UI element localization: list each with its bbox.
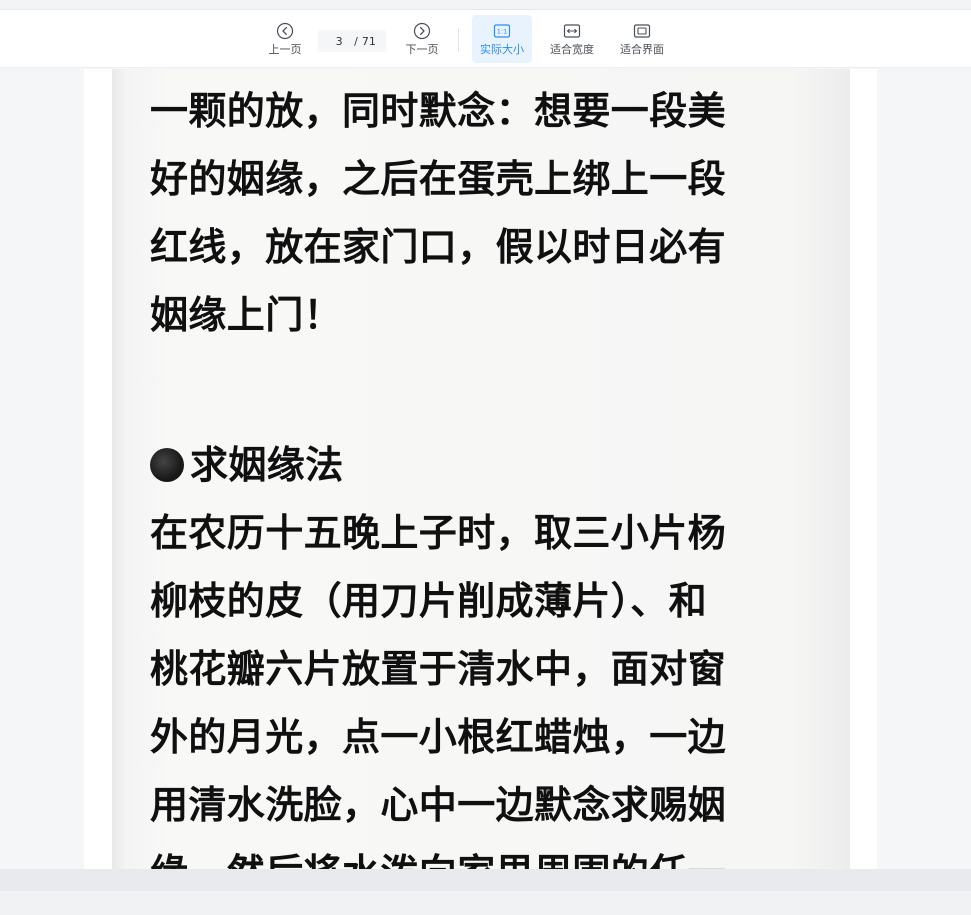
fit-window-label: 适合界面	[620, 43, 664, 56]
reader-toolbar: 上一页 / 71 下一页 1:1 实际大小 适合宽度 适合界面	[0, 10, 971, 68]
actual-size-icon: 1:1	[493, 24, 511, 38]
window-top-strip	[0, 0, 971, 10]
page-number-input[interactable]	[328, 32, 351, 50]
text-line: 在农历十五晚上子时，取三小片杨	[150, 510, 727, 555]
page-separator: /	[354, 34, 358, 48]
text-line: 一颗的放，同时默念：想要一段美	[150, 88, 727, 133]
page-indicator: / 71	[318, 30, 386, 52]
chevron-left-circle-icon	[276, 22, 294, 40]
prev-page-button[interactable]: 上一页	[262, 10, 308, 68]
document-viewer[interactable]: 一颗的放，同时默念：想要一段美 好的姻缘，之后在蛋壳上绑上一段 红线，放在家门口…	[0, 69, 971, 869]
status-strip	[0, 891, 971, 915]
text-line: 姻缘上门！	[150, 292, 343, 337]
next-page-button[interactable]: 下一页	[399, 10, 445, 68]
fit-window-icon	[633, 24, 651, 38]
section-heading: 求姻缘法	[150, 431, 810, 499]
chevron-right-circle-icon	[413, 22, 431, 40]
actual-size-icon-text: 1:1	[497, 28, 507, 36]
prev-page-label: 上一页	[268, 43, 302, 56]
text-line: 用清水洗脸，心中一边默念求赐姻	[150, 782, 727, 827]
bottom-bar	[0, 869, 971, 915]
text-line: 好的姻缘，之后在蛋壳上绑上一段	[150, 156, 727, 201]
text-line: 桃花瓣六片放置于清水中，面对窗	[150, 646, 727, 691]
bullet-icon	[150, 448, 184, 482]
section-heading-text: 求姻缘法	[190, 442, 344, 487]
fit-window-button[interactable]: 适合界面	[612, 10, 672, 68]
text-line: 柳枝的皮（用刀片削成薄片）、和	[150, 578, 708, 623]
fit-width-button[interactable]: 适合宽度	[542, 10, 602, 68]
text-line: 外的月光，点一小根红蜡烛，一边	[150, 714, 727, 759]
document-page: 一颗的放，同时默念：想要一段美 好的姻缘，之后在蛋壳上绑上一段 红线，放在家门口…	[84, 69, 877, 869]
next-page-label: 下一页	[405, 43, 439, 56]
page-text: 一颗的放，同时默念：想要一段美 好的姻缘，之后在蛋壳上绑上一段 红线，放在家门口…	[150, 69, 810, 869]
actual-size-label: 实际大小	[480, 43, 524, 56]
text-line: 红线，放在家门口，假以时日必有	[150, 224, 727, 269]
total-pages: 71	[361, 34, 376, 48]
actual-size-button[interactable]: 1:1 实际大小	[472, 10, 532, 68]
fit-width-label: 适合宽度	[550, 43, 594, 56]
text-line: 缘，然后将水泼向家里周围的任一	[150, 839, 810, 869]
horizontal-scrollbar[interactable]	[0, 869, 971, 891]
toolbar-divider	[458, 28, 459, 52]
fit-width-icon	[563, 24, 581, 38]
